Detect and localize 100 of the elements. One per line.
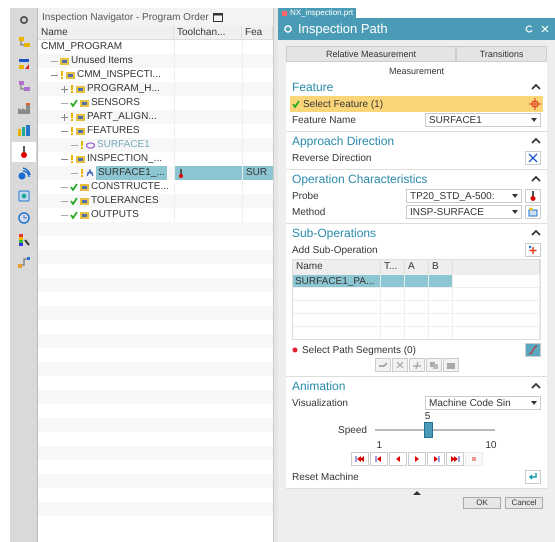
tree-item[interactable]: CMM_PROGRAM [41,40,122,54]
dialog-title: Inspection Path [298,20,389,38]
probe-button[interactable] [525,189,541,203]
reverse-direction-icon [528,153,538,163]
split-icon [412,360,422,370]
tree-item[interactable]: INSPECTION_... [87,152,162,166]
chevron-up-icon[interactable] [531,84,541,90]
column-header[interactable]: B [429,260,453,274]
section-heading: Operation Characteristics [292,171,428,188]
dialog-button[interactable]: OK [463,497,501,509]
column-header[interactable]: T... [381,260,405,274]
edit-icon [378,360,388,370]
reset-machine-button[interactable] [525,470,541,484]
add-sub-operation-icon [528,245,538,255]
table-cell: SUR [246,167,268,178]
tree-item[interactable]: CONSTRUCTE... [91,180,169,194]
play-reverse-button[interactable] [388,452,406,466]
collapse-icon[interactable] [412,491,420,495]
method-button[interactable] [525,205,541,219]
table-cell[interactable] [381,275,405,287]
caret-icon [531,118,537,122]
section-heading: Approach Direction [292,133,394,150]
probe-icon [528,191,538,201]
skip-back-button[interactable] [350,452,368,466]
skip-back-icon [354,454,364,464]
selection-step[interactable]: Select Path Segments (0) [302,342,416,358]
tree-item[interactable]: OUTPUTS [91,208,139,222]
skip-forward-icon [450,454,460,464]
field-label: Method [292,206,326,220]
tree-item[interactable]: FEATURES [87,124,140,138]
chevron-up-icon[interactable] [531,176,541,182]
copy-icon [428,360,438,370]
column-header[interactable]: Name [293,260,381,274]
method-icon [528,207,538,217]
field-label: Probe [292,190,320,204]
skip-forward-button[interactable] [446,452,464,466]
hierarchy-icon [16,35,30,49]
chevron-up-icon[interactable] [531,138,541,144]
check-icon [292,100,300,108]
reset-icon[interactable] [525,25,533,33]
chevron-up-icon[interactable] [531,230,541,236]
path-icon [86,169,94,177]
settings-icon[interactable] [284,25,292,33]
step-back-icon [374,454,384,464]
slider-max: 10 [485,440,496,451]
table-cell[interactable]: SURFACE1_PA... [293,275,381,287]
slider-min: 1 [376,440,382,451]
tree-item[interactable]: SENSORS [91,96,140,110]
column-header[interactable]: A [405,260,429,274]
caret-icon [512,194,518,198]
required-icon [292,347,298,353]
column-header[interactable]: Fea [242,26,273,39]
step-back-button[interactable] [370,452,388,466]
add-sub-operation-button[interactable] [525,243,541,257]
section-heading: Feature [292,79,334,96]
reset-machine-icon [528,472,538,482]
field-label: Visualization [292,396,349,410]
delete-icon [394,360,404,370]
path-segments-button[interactable] [525,343,541,357]
folder-icon [76,156,85,162]
slider-thumb[interactable] [424,422,434,438]
step-forward-button[interactable] [426,452,444,466]
tree-item[interactable]: SURFACE1_... [96,166,167,180]
chevron-up-icon[interactable] [531,383,541,389]
hierarchy-icon [16,79,30,93]
play-button[interactable] [408,452,426,466]
surface-icon [86,142,95,148]
slider-value: 5 [424,411,430,422]
expand-icon[interactable] [61,114,68,120]
field-label: Reset Machine [292,470,360,484]
tree-item[interactable]: CMM_INSPECTI... [77,68,161,82]
slider[interactable] [374,422,495,438]
dropdown[interactable]: TP20_STD_A-500: [406,189,522,203]
dropdown[interactable]: INSP-SURFACE [406,205,522,219]
paste-icon [446,360,456,370]
tab[interactable]: Relative Measurement [286,46,456,62]
table-cell[interactable] [405,275,429,287]
toolbar-button[interactable] [12,142,36,162]
section-label: Measurement [388,65,446,78]
dropdown[interactable]: Machine Code Sin [425,396,541,410]
dropdown[interactable]: SURFACE1 [425,113,541,127]
column-header[interactable]: Name [38,26,174,39]
section-heading: Animation [292,378,346,395]
color-scale-icon [16,233,30,247]
expand-icon[interactable] [61,86,68,92]
crosshair-icon[interactable] [529,98,541,110]
document-icon [16,189,30,203]
tab[interactable]: Transitions [456,46,547,62]
column-header[interactable]: Toolchan... [174,26,242,39]
chart-icon [16,123,30,137]
maximize-icon[interactable] [212,12,223,22]
table-cell[interactable] [429,275,453,287]
caret-icon [512,210,518,214]
close-icon[interactable] [541,25,549,33]
signal-icon [16,167,30,181]
clock-icon [16,211,30,225]
caret-icon [531,401,537,405]
reverse-direction-button[interactable] [525,151,541,165]
dialog-button[interactable]: Cancel [505,497,543,509]
path-segments-icon [528,345,538,355]
